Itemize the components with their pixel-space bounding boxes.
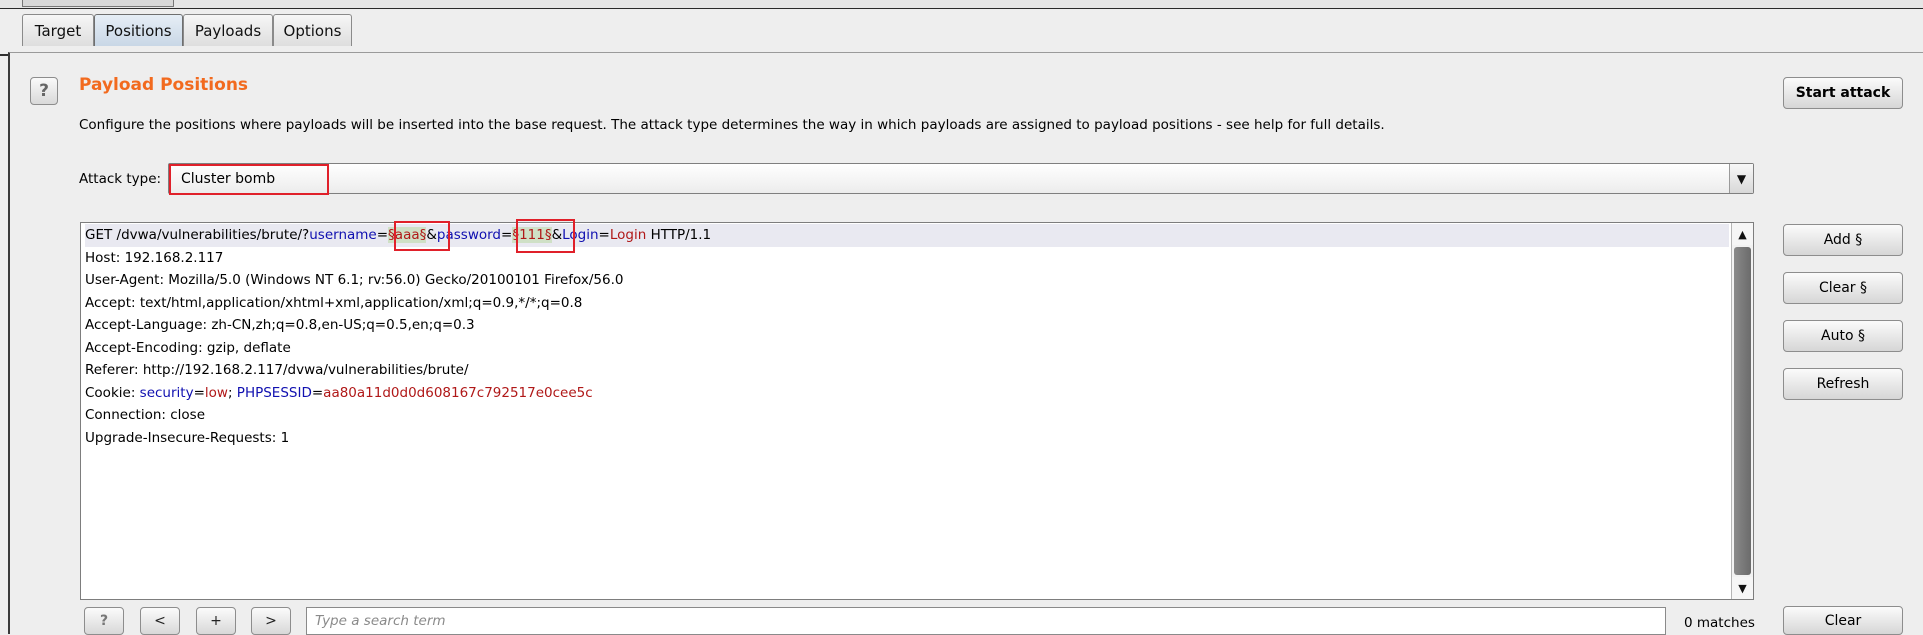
tab-options[interactable]: Options xyxy=(273,14,352,46)
scroll-down-icon[interactable]: ▼ xyxy=(1732,577,1753,599)
header-connection: Connection: close xyxy=(85,407,205,423)
request-text[interactable]: GET /dvwa/vulnerabilities/brute/?usernam… xyxy=(85,224,1729,449)
start-attack-button[interactable]: Start attack xyxy=(1783,77,1903,109)
header-accept: Accept: text/html,application/xhtml+xml,… xyxy=(85,294,583,311)
payload-marker-username[interactable]: §aaa§ xyxy=(388,227,427,243)
scroll-up-icon[interactable]: ▲ xyxy=(1732,223,1753,245)
ampersand: & xyxy=(551,227,563,243)
header-accept-encoding: Accept-Encoding: gzip, deflate xyxy=(85,339,291,356)
attack-type-select[interactable]: Cluster bomb ▼ xyxy=(168,163,1754,194)
request-line: GET /dvwa/vulnerabilities/brute/?usernam… xyxy=(85,224,1729,247)
equals-sign: = xyxy=(376,227,389,243)
editor-scrollbar[interactable]: ▲ ▼ xyxy=(1731,223,1753,599)
param-username: username xyxy=(309,227,377,243)
cookie-session-value: aa80a11d0d0d608167c792517e0cee5c xyxy=(323,384,593,401)
search-match-count: 0 matches xyxy=(1684,615,1755,631)
cookie-security-value: low xyxy=(204,384,228,401)
section-description: Configure the positions where payloads w… xyxy=(79,117,1385,133)
search-prev-button[interactable]: < xyxy=(140,607,180,635)
scrollbar-thumb[interactable] xyxy=(1734,247,1751,575)
request-editor[interactable]: GET /dvwa/vulnerabilities/brute/?usernam… xyxy=(80,222,1754,600)
header-host: Host: 192.168.2.117 xyxy=(85,249,224,266)
equals-sign: = xyxy=(598,227,610,243)
tab-positions[interactable]: Positions xyxy=(94,14,183,46)
header-upgrade-insecure: Upgrade-Insecure-Requests: 1 xyxy=(85,429,290,446)
search-add-button[interactable]: + xyxy=(196,607,236,635)
tab-payloads[interactable]: Payloads xyxy=(183,14,273,46)
request-path: GET /dvwa/vulnerabilities/brute/? xyxy=(85,227,310,243)
section-title: Payload Positions xyxy=(79,75,249,95)
param-password: password xyxy=(436,227,501,243)
parent-tab-stub[interactable] xyxy=(22,0,174,7)
attack-type-value: Cluster bomb xyxy=(181,171,276,187)
cookie-separator: ; xyxy=(227,384,237,401)
search-next-button[interactable]: > xyxy=(251,607,291,635)
equals-sign: = xyxy=(311,384,324,401)
header-referer: Referer: http://192.168.2.117/dvwa/vulne… xyxy=(85,362,469,378)
param-login: Login xyxy=(562,227,599,243)
header-user-agent: User-Agent: Mozilla/5.0 (Windows NT 6.1;… xyxy=(85,272,624,288)
cookie-label: Cookie: xyxy=(85,384,140,401)
attack-type-label: Attack type: xyxy=(79,171,162,187)
auto-markers-button[interactable]: Auto § xyxy=(1783,320,1903,352)
equals-sign: = xyxy=(501,227,513,243)
equals-sign: = xyxy=(193,384,205,401)
refresh-button[interactable]: Refresh xyxy=(1783,368,1903,400)
tab-target[interactable]: Target xyxy=(22,14,94,46)
header-cookie: Cookie: security=low; PHPSESSID=aa80a11d… xyxy=(85,382,1729,405)
param-login-value: Login xyxy=(609,227,647,243)
sub-tab-bar: Target Positions Payloads Options xyxy=(0,8,1923,56)
header-accept-language: Accept-Language: zh-CN,zh;q=0.8,en-US;q=… xyxy=(85,317,475,333)
search-input[interactable] xyxy=(306,607,1666,635)
help-icon[interactable]: ? xyxy=(30,77,58,105)
add-marker-button[interactable]: Add § xyxy=(1783,224,1903,256)
cookie-security-name: security xyxy=(139,384,194,401)
http-version: HTTP/1.1 xyxy=(646,227,712,243)
ampersand: & xyxy=(426,227,437,243)
payload-marker-password[interactable]: §111§ xyxy=(512,227,552,243)
search-clear-button[interactable]: Clear xyxy=(1783,606,1903,635)
search-help-icon[interactable]: ? xyxy=(84,607,124,635)
chevron-down-icon[interactable]: ▼ xyxy=(1729,164,1753,193)
clear-markers-button[interactable]: Clear § xyxy=(1783,272,1903,304)
cookie-session-name: PHPSESSID xyxy=(236,384,312,401)
